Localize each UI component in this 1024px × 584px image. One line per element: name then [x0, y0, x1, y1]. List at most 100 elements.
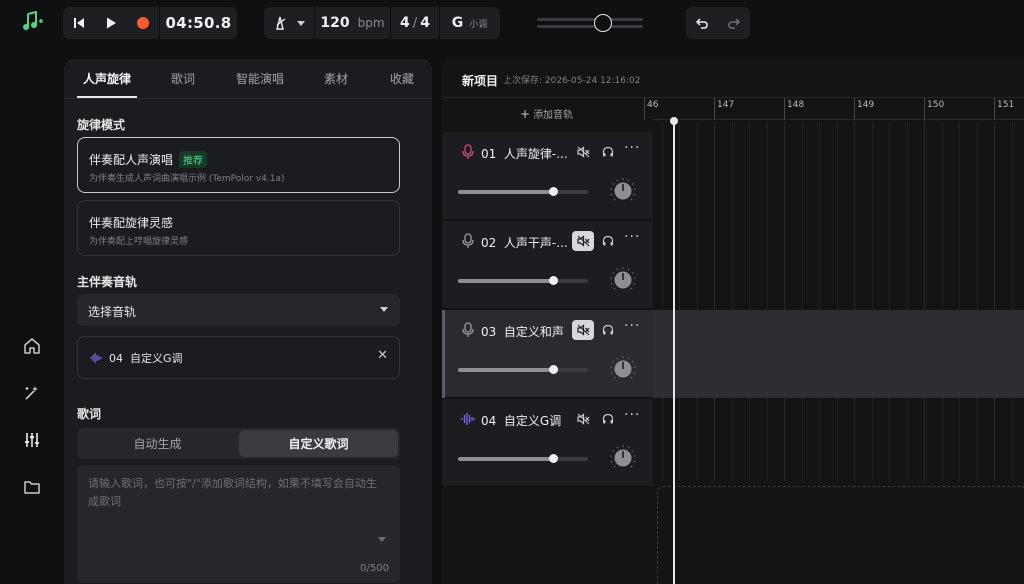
- ruler-bar-number: 150: [927, 100, 945, 110]
- close-icon[interactable]: ✕: [377, 348, 388, 363]
- chevron-down-icon: [378, 537, 386, 542]
- bpm-unit: bpm: [357, 16, 385, 30]
- time-signature-numerator: 4: [400, 15, 410, 31]
- slider-handle[interactable]: [549, 454, 558, 463]
- skip-to-start-button[interactable]: [63, 7, 95, 39]
- track-row[interactable]: 02 人声干声-... ···: [442, 221, 1024, 309]
- waveform-icon: [90, 353, 102, 363]
- pan-knob-icon[interactable]: [610, 267, 636, 293]
- time-signature-field[interactable]: 4 / 4: [391, 7, 439, 39]
- more-options-icon[interactable]: ···: [624, 229, 640, 245]
- track-header[interactable]: 03 自定义和声 ···: [442, 310, 653, 398]
- lyrics-auto-option[interactable]: 自动生成: [77, 428, 238, 459]
- redo-button[interactable]: [718, 7, 750, 39]
- slider-handle[interactable]: [549, 276, 558, 285]
- more-options-icon[interactable]: ···: [624, 140, 640, 156]
- chevron-down-icon: [380, 307, 388, 312]
- home-icon[interactable]: [20, 334, 44, 358]
- solo-button[interactable]: [597, 409, 619, 429]
- slider-handle[interactable]: [549, 365, 558, 374]
- solo-button[interactable]: [597, 142, 619, 162]
- timeline-ruler[interactable]: 46 147 148 149 150 151: [644, 98, 1024, 120]
- track-name[interactable]: 04 自定义G调: [481, 412, 561, 429]
- solo-button[interactable]: [597, 231, 619, 251]
- track-name[interactable]: 01 人声旋律-...: [481, 145, 568, 162]
- time-readout: 04:50.8: [165, 14, 232, 32]
- transport-controls: 04:50.8: [63, 7, 237, 39]
- undo-button[interactable]: [686, 7, 718, 39]
- track-header[interactable]: 04 自定义G调 ···: [442, 399, 653, 487]
- redo-icon: [728, 18, 741, 29]
- track-row[interactable]: 01 人声旋律-... ···: [442, 132, 1024, 220]
- mute-icon: [576, 232, 590, 251]
- track-select[interactable]: 选择音轨: [77, 294, 400, 326]
- play-button[interactable]: [95, 7, 127, 39]
- headphones-icon: [602, 321, 614, 340]
- slider-track-line: [537, 18, 643, 21]
- mode-title: 伴奏配旋律灵感: [89, 216, 174, 230]
- playhead-handle[interactable]: [670, 117, 678, 125]
- add-track-button[interactable]: + 添加音轨: [520, 106, 573, 121]
- track-select-value: 选择音轨: [88, 305, 137, 319]
- mode-card-melody[interactable]: 伴奏配旋律灵感 为伴奏配上哼唱旋律灵感: [77, 200, 400, 256]
- project-settings: 120 bpm 4 / 4 G 小调: [264, 7, 500, 39]
- selection-indicator: [442, 310, 445, 398]
- master-volume-slider[interactable]: [537, 14, 643, 32]
- track-header[interactable]: 01 人声旋律-... ···: [442, 132, 653, 220]
- selected-track-chip: 04 自定义G调 ✕: [77, 336, 400, 379]
- metronome-dropdown[interactable]: [264, 7, 314, 39]
- bpm-field[interactable]: 120 bpm: [315, 7, 390, 39]
- mute-button[interactable]: [572, 320, 594, 340]
- mode-card-vocal[interactable]: 伴奏配人声演唱 推荐 为伴奏生成人声词曲演唱示例 (TemPolor v4.1a): [77, 137, 400, 193]
- track-title: 自定义和声: [503, 325, 564, 339]
- mute-button[interactable]: [572, 231, 594, 251]
- track-row[interactable]: 03 自定义和声 ···: [442, 310, 1024, 398]
- solo-button[interactable]: [597, 320, 619, 340]
- tab-vocal-melody[interactable]: 人声旋律: [83, 70, 131, 87]
- selected-track-name: 04 自定义G调: [109, 350, 183, 366]
- track-lane[interactable]: [653, 310, 1024, 398]
- track-volume-slider[interactable]: [458, 453, 588, 465]
- track-volume-slider[interactable]: [458, 275, 588, 287]
- ruler-bar-number: 147: [717, 100, 735, 110]
- mute-button[interactable]: [572, 142, 594, 162]
- app-logo-icon[interactable]: [20, 10, 44, 34]
- track-volume-slider[interactable]: [458, 364, 588, 376]
- pan-knob-icon[interactable]: [610, 356, 636, 382]
- drop-zone[interactable]: [657, 486, 1024, 584]
- tab-favorites[interactable]: 收藏: [390, 70, 414, 87]
- mute-button[interactable]: [572, 409, 594, 429]
- track-name[interactable]: 03 自定义和声: [481, 323, 564, 340]
- ruler-bar-line: [784, 98, 785, 120]
- slider-fill: [458, 457, 553, 461]
- time-display: 04:50.8: [160, 7, 237, 39]
- lyrics-custom-option[interactable]: 自定义歌词: [239, 430, 398, 457]
- ruler-bar-line: [854, 98, 855, 120]
- track-title: 人声干声-...: [503, 236, 568, 250]
- playhead[interactable]: [673, 121, 675, 584]
- headphones-icon: [602, 232, 614, 251]
- mixer-icon[interactable]: [20, 428, 44, 452]
- track-header[interactable]: 02 人声干声-... ···: [442, 221, 653, 309]
- lyrics-textarea[interactable]: 请输入歌词，也可按"/"添加歌词结构，如果不填写会自动生成歌词 0/500: [77, 465, 400, 583]
- lyrics-label: 歌词: [77, 407, 102, 421]
- magic-wand-icon[interactable]: [20, 381, 44, 405]
- pan-knob-icon[interactable]: [610, 445, 636, 471]
- tab-smart-singing[interactable]: 智能演唱: [236, 70, 284, 87]
- plus-icon: +: [520, 107, 531, 121]
- panel-tabs: 人声旋律 歌词 智能演唱 素材 收藏: [64, 59, 432, 99]
- tab-lyrics[interactable]: 歌词: [171, 70, 195, 87]
- folder-icon[interactable]: [20, 475, 44, 499]
- record-button[interactable]: [127, 7, 159, 39]
- lyrics-placeholder: 请输入歌词，也可按"/"添加歌词结构，如果不填写会自动生成歌词: [88, 477, 377, 508]
- tab-materials[interactable]: 素材: [324, 70, 348, 87]
- key-field[interactable]: G 小调: [440, 7, 499, 39]
- track-name[interactable]: 02 人声干声-...: [481, 234, 568, 251]
- slider-handle[interactable]: [549, 187, 558, 196]
- more-options-icon[interactable]: ···: [624, 318, 640, 334]
- more-options-icon[interactable]: ···: [624, 407, 640, 423]
- slider-handle[interactable]: [594, 14, 612, 32]
- track-row[interactable]: 04 自定义G调 ···: [442, 399, 1024, 487]
- track-volume-slider[interactable]: [458, 186, 588, 198]
- pan-knob-icon[interactable]: [610, 178, 636, 204]
